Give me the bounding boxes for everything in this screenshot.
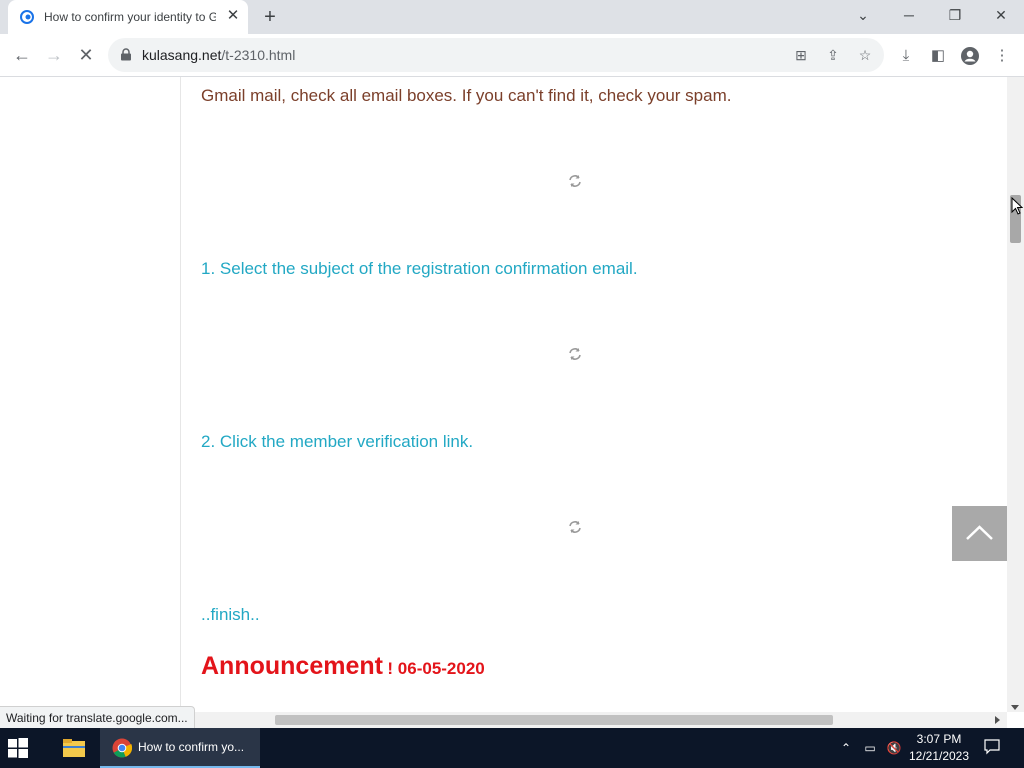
- url-path: /t-2310.html: [221, 47, 296, 63]
- download-icon[interactable]: ⤓: [896, 46, 916, 66]
- site-favicon-icon: [20, 10, 34, 24]
- vertical-scrollbar[interactable]: [1007, 77, 1024, 712]
- mouse-cursor-icon: [1011, 197, 1023, 215]
- profile-avatar-icon[interactable]: [960, 46, 980, 66]
- announcement-date: ! 06-05-2020: [387, 659, 485, 678]
- image-loading-icon: [569, 521, 581, 533]
- image-loading-icon: [569, 348, 581, 360]
- bookmark-star-icon[interactable]: ☆: [856, 46, 874, 64]
- tab-strip: How to confirm your identity to Gmail ✕ …: [0, 0, 1024, 34]
- step-1-text: 1. Select the subject of the registratio…: [201, 259, 638, 278]
- taskbar-chrome-button[interactable]: How to confirm yo...: [100, 728, 260, 768]
- tab-search-icon[interactable]: ⌄: [840, 0, 886, 30]
- new-tab-button[interactable]: +: [259, 6, 281, 28]
- windows-taskbar: How to confirm yo... ⌃ ▭ 🔇 3:07 PM 12/21…: [0, 728, 1024, 768]
- back-to-top-button[interactable]: [952, 506, 1007, 561]
- network-icon[interactable]: ▭: [862, 740, 878, 756]
- browser-toolbar: ← → ✕ kulasang.net/t-2310.html ⊞ ⇪ ☆ ⤓ ◧…: [0, 34, 1024, 77]
- announcement-title: Announcement: [201, 652, 383, 680]
- share-icon[interactable]: ⇪: [824, 46, 842, 64]
- minimize-button[interactable]: ─: [886, 0, 932, 30]
- chevron-up-icon: [966, 525, 993, 540]
- translate-icon[interactable]: ⊞: [792, 46, 810, 64]
- back-button[interactable]: ←: [10, 43, 34, 67]
- gmail-check-text: Gmail mail, check all email boxes. If yo…: [201, 86, 732, 105]
- close-window-button[interactable]: ✕: [978, 0, 1024, 30]
- url-text: kulasang.net/t-2310.html: [142, 47, 295, 63]
- browser-tab[interactable]: How to confirm your identity to Gmail ✕: [8, 0, 248, 34]
- horizontal-scroll-thumb[interactable]: [275, 715, 833, 725]
- menu-kebab-icon[interactable]: ⋮: [992, 46, 1012, 66]
- volume-muted-icon[interactable]: 🔇: [886, 740, 902, 756]
- scroll-right-arrow-icon[interactable]: [995, 716, 1000, 724]
- image-loading-icon: [569, 175, 581, 187]
- windows-start-icon[interactable]: [8, 738, 28, 758]
- announcement-heading: Announcement ! 06-05-2020: [201, 652, 485, 681]
- url-host: kulasang.net: [142, 47, 222, 63]
- forward-button[interactable]: →: [42, 43, 66, 67]
- system-clock[interactable]: 3:07 PM 12/21/2023: [908, 731, 970, 765]
- taskbar-chrome-label: How to confirm yo...: [138, 740, 245, 754]
- scroll-down-arrow-icon[interactable]: [1011, 705, 1019, 710]
- address-bar[interactable]: kulasang.net/t-2310.html ⊞ ⇪ ☆: [108, 38, 884, 72]
- page-viewport: Gmail mail, check all email boxes. If yo…: [0, 77, 1007, 712]
- status-bubble: Waiting for translate.google.com...: [0, 706, 195, 730]
- tab-close-icon[interactable]: ✕: [224, 7, 242, 25]
- clock-date: 12/21/2023: [908, 749, 970, 763]
- tab-title: How to confirm your identity to Gmail: [44, 10, 216, 24]
- lock-icon: [121, 48, 131, 61]
- side-panel-icon[interactable]: ◧: [928, 46, 948, 66]
- tray-chevron-up-icon[interactable]: ⌃: [838, 740, 854, 756]
- finish-text: ..finish..: [201, 605, 260, 624]
- chrome-logo-icon: [112, 738, 132, 758]
- step-2-text: 2. Click the member verification link.: [201, 432, 474, 451]
- file-explorer-icon[interactable]: [62, 738, 86, 758]
- clock-time: 3:07 PM: [916, 732, 962, 746]
- stop-loading-button[interactable]: ✕: [74, 43, 98, 67]
- restore-button[interactable]: ❐: [932, 0, 978, 30]
- notification-center-icon[interactable]: [984, 739, 1000, 755]
- content-border: [180, 77, 181, 712]
